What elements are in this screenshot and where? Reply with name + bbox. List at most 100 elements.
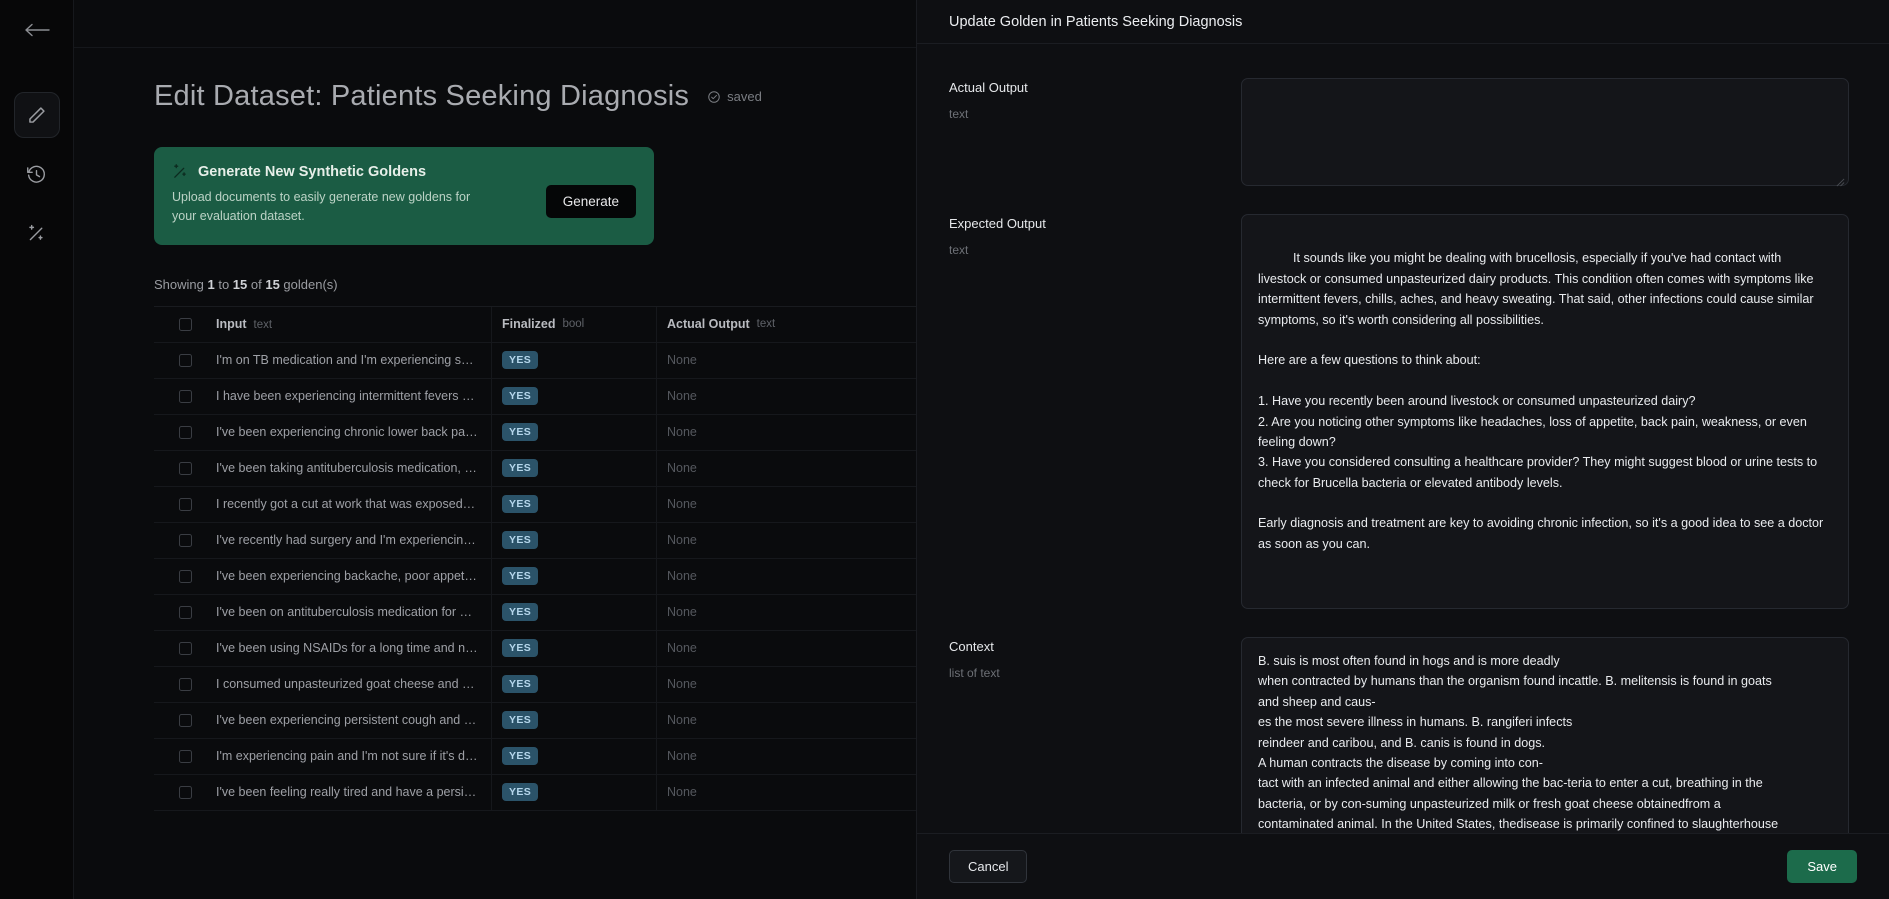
table-row[interactable]: I consumed unpasteurized goat cheese and… xyxy=(154,666,916,703)
cell-finalized[interactable]: YES xyxy=(491,774,656,810)
row-checkbox[interactable] xyxy=(178,497,192,511)
table-row[interactable]: I've been experiencing chronic lower bac… xyxy=(154,414,916,451)
cell-actual-output[interactable]: None xyxy=(656,450,856,486)
cell-input-text: I've been taking antituberculosis medica… xyxy=(216,461,478,476)
resize-handle-actual-output[interactable] xyxy=(1836,173,1845,187)
row-checkbox[interactable] xyxy=(178,605,192,619)
generate-button[interactable]: Generate xyxy=(545,185,636,218)
row-checkbox[interactable] xyxy=(178,713,192,727)
cell-actual-output[interactable]: None xyxy=(656,630,856,666)
sidebar-item-history[interactable] xyxy=(14,151,60,197)
cell-finalized[interactable]: YES xyxy=(491,522,656,558)
cell-input[interactable]: I recently got a cut at work that was ex… xyxy=(216,497,491,511)
label-context: Context xyxy=(949,639,994,655)
resize-handle-expected-output[interactable] xyxy=(1836,596,1845,651)
back-button[interactable] xyxy=(13,12,61,48)
cell-input[interactable]: I've been using NSAIDs for a long time a… xyxy=(216,641,491,655)
cell-input[interactable]: I'm on TB medication and I'm experiencin… xyxy=(216,353,491,367)
row-checkbox[interactable] xyxy=(178,533,192,547)
generate-card-title: Generate New Synthetic Goldens xyxy=(198,163,427,180)
cell-finalized[interactable]: YES xyxy=(491,342,656,378)
row-checkbox[interactable] xyxy=(178,461,192,475)
table-row[interactable]: I've been taking antituberculosis medica… xyxy=(154,450,916,487)
table-row[interactable]: I have been experiencing intermittent fe… xyxy=(154,378,916,415)
cell-actual-output[interactable]: None xyxy=(656,594,856,630)
select-all-checkbox[interactable] xyxy=(178,317,192,331)
table-row[interactable]: I've been experiencing backache, poor ap… xyxy=(154,558,916,595)
cell-input[interactable]: I'm experiencing pain and I'm not sure i… xyxy=(216,749,491,763)
cell-finalized[interactable]: YES xyxy=(491,414,656,450)
table-row[interactable]: I've been feeling really tired and have … xyxy=(154,774,916,811)
cell-actual-output[interactable]: None xyxy=(656,666,856,702)
table-row[interactable]: I'm experiencing pain and I'm not sure i… xyxy=(154,738,916,775)
row-checkbox[interactable] xyxy=(178,389,192,403)
cell-finalized[interactable]: YES xyxy=(491,378,656,414)
table-row[interactable]: I've been on antituberculosis medication… xyxy=(154,594,916,631)
input-context[interactable]: B. suis is most often found in hogs and … xyxy=(1241,637,1849,833)
table-row[interactable]: I'm on TB medication and I'm experiencin… xyxy=(154,342,916,379)
cell-actual-output[interactable]: None xyxy=(656,558,856,594)
cell-input[interactable]: I've recently had surgery and I'm experi… xyxy=(216,533,491,547)
cell-actual-output[interactable]: None xyxy=(656,486,856,522)
cell-actual-output-text: None xyxy=(667,749,697,764)
drawer-header: Update Golden in Patients Seeking Diagno… xyxy=(917,0,1889,44)
field-actual-output: Actual Output text xyxy=(949,78,1849,187)
row-checkbox[interactable] xyxy=(178,677,192,691)
cell-finalized[interactable]: YES xyxy=(491,558,656,594)
cell-input[interactable]: I have been experiencing intermittent fe… xyxy=(216,389,491,403)
row-select-cell xyxy=(154,497,216,511)
row-checkbox[interactable] xyxy=(178,785,192,799)
sidebar-item-generate[interactable] xyxy=(14,210,60,256)
row-checkbox[interactable] xyxy=(178,641,192,655)
cell-input[interactable]: I've been taking antituberculosis medica… xyxy=(216,461,491,475)
column-header-actual-output[interactable]: Actual Output text xyxy=(656,306,856,342)
cell-finalized[interactable]: YES xyxy=(491,630,656,666)
input-actual-output[interactable] xyxy=(1241,78,1849,187)
column-header-finalized[interactable]: Finalized bool xyxy=(491,306,656,342)
sidebar-item-edit[interactable] xyxy=(13,92,60,138)
showing-of: of xyxy=(247,276,266,292)
saved-label: saved xyxy=(727,89,762,104)
cell-actual-output[interactable]: None xyxy=(656,774,856,810)
cell-finalized[interactable]: YES xyxy=(491,450,656,486)
cell-actual-output[interactable]: None xyxy=(656,342,856,378)
cell-actual-output[interactable]: None xyxy=(656,738,856,774)
cell-input[interactable]: I've been experiencing chronic lower bac… xyxy=(216,425,491,439)
row-checkbox[interactable] xyxy=(178,749,192,763)
cell-finalized[interactable]: YES xyxy=(491,486,656,522)
table-row[interactable]: I've been experiencing persistent cough … xyxy=(154,702,916,739)
cell-input[interactable]: I consumed unpasteurized goat cheese and… xyxy=(216,677,491,691)
row-checkbox[interactable] xyxy=(178,569,192,583)
cell-actual-output[interactable]: None xyxy=(656,414,856,450)
cancel-button[interactable]: Cancel xyxy=(949,850,1028,883)
cell-input-text: I've been on antituberculosis medication… xyxy=(216,605,478,620)
cell-actual-output-text: None xyxy=(667,785,697,800)
table-row[interactable]: I recently got a cut at work that was ex… xyxy=(154,486,916,523)
cell-input[interactable]: I've been experiencing backache, poor ap… xyxy=(216,569,491,583)
cell-finalized[interactable]: YES xyxy=(491,738,656,774)
cell-actual-output[interactable]: None xyxy=(656,522,856,558)
row-checkbox[interactable] xyxy=(178,425,192,439)
resize-grip-icon xyxy=(1836,178,1845,187)
cell-actual-output[interactable]: None xyxy=(656,378,856,414)
cell-actual-output-text: None xyxy=(667,569,697,584)
save-button[interactable]: Save xyxy=(1787,850,1857,883)
input-expected-output[interactable]: It sounds like you might be dealing with… xyxy=(1241,214,1849,651)
cell-finalized[interactable]: YES xyxy=(491,702,656,738)
table-row[interactable]: I've been using NSAIDs for a long time a… xyxy=(154,630,916,667)
row-checkbox[interactable] xyxy=(178,353,192,367)
cell-input[interactable]: I've been on antituberculosis medication… xyxy=(216,605,491,619)
cell-finalized[interactable]: YES xyxy=(491,594,656,630)
cell-input-text: I've been experiencing chronic lower bac… xyxy=(216,425,478,440)
cell-finalized[interactable]: YES xyxy=(491,666,656,702)
cell-input-text: I've been feeling really tired and have … xyxy=(216,785,478,800)
field-label-actual-output: Actual Output text xyxy=(949,78,1241,186)
showing-suffix: golden(s) xyxy=(279,276,338,292)
column-header-input[interactable]: Input text xyxy=(216,315,491,333)
cell-input[interactable]: I've been feeling really tired and have … xyxy=(216,785,491,799)
cell-actual-output[interactable]: None xyxy=(656,702,856,738)
cell-input-text: I've been using NSAIDs for a long time a… xyxy=(216,641,478,656)
sparkle-wand-icon xyxy=(174,164,186,178)
cell-input[interactable]: I've been experiencing persistent cough … xyxy=(216,713,491,727)
table-row[interactable]: I've recently had surgery and I'm experi… xyxy=(154,522,916,559)
